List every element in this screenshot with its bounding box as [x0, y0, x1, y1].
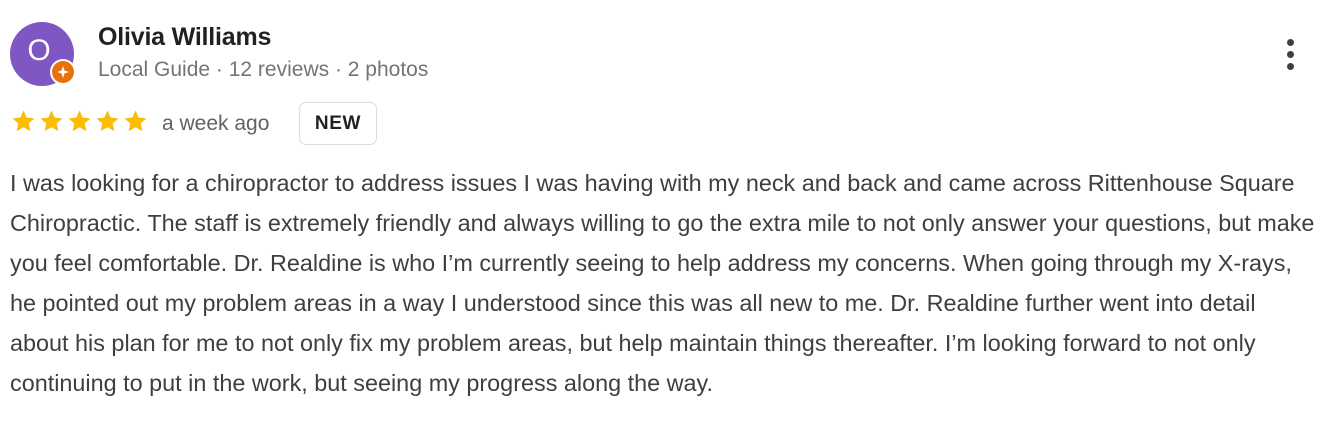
- author-meta: Local Guide · 12 reviews · 2 photos: [98, 58, 429, 81]
- star-rating: [10, 108, 149, 135]
- review-date: a week ago: [162, 112, 270, 135]
- star-icon: [12, 110, 35, 132]
- star-icon: [40, 110, 63, 132]
- star-icon: [124, 110, 147, 132]
- local-guide-badge: [50, 59, 76, 85]
- author-name[interactable]: Olivia Williams: [98, 23, 271, 52]
- avatar-initial: O: [27, 34, 51, 67]
- more-vert-icon: [1286, 38, 1294, 46]
- more-options-button[interactable]: [1272, 30, 1308, 78]
- star-icon: [68, 110, 91, 132]
- star-icon: [96, 110, 119, 132]
- review-text: I was looking for a chiropractor to addr…: [10, 170, 1315, 396]
- local-guide-star-icon: [52, 61, 74, 83]
- review-card: O Olivia Williams Local Guide · 12 revie…: [0, 0, 1326, 444]
- new-badge: NEW: [299, 102, 377, 145]
